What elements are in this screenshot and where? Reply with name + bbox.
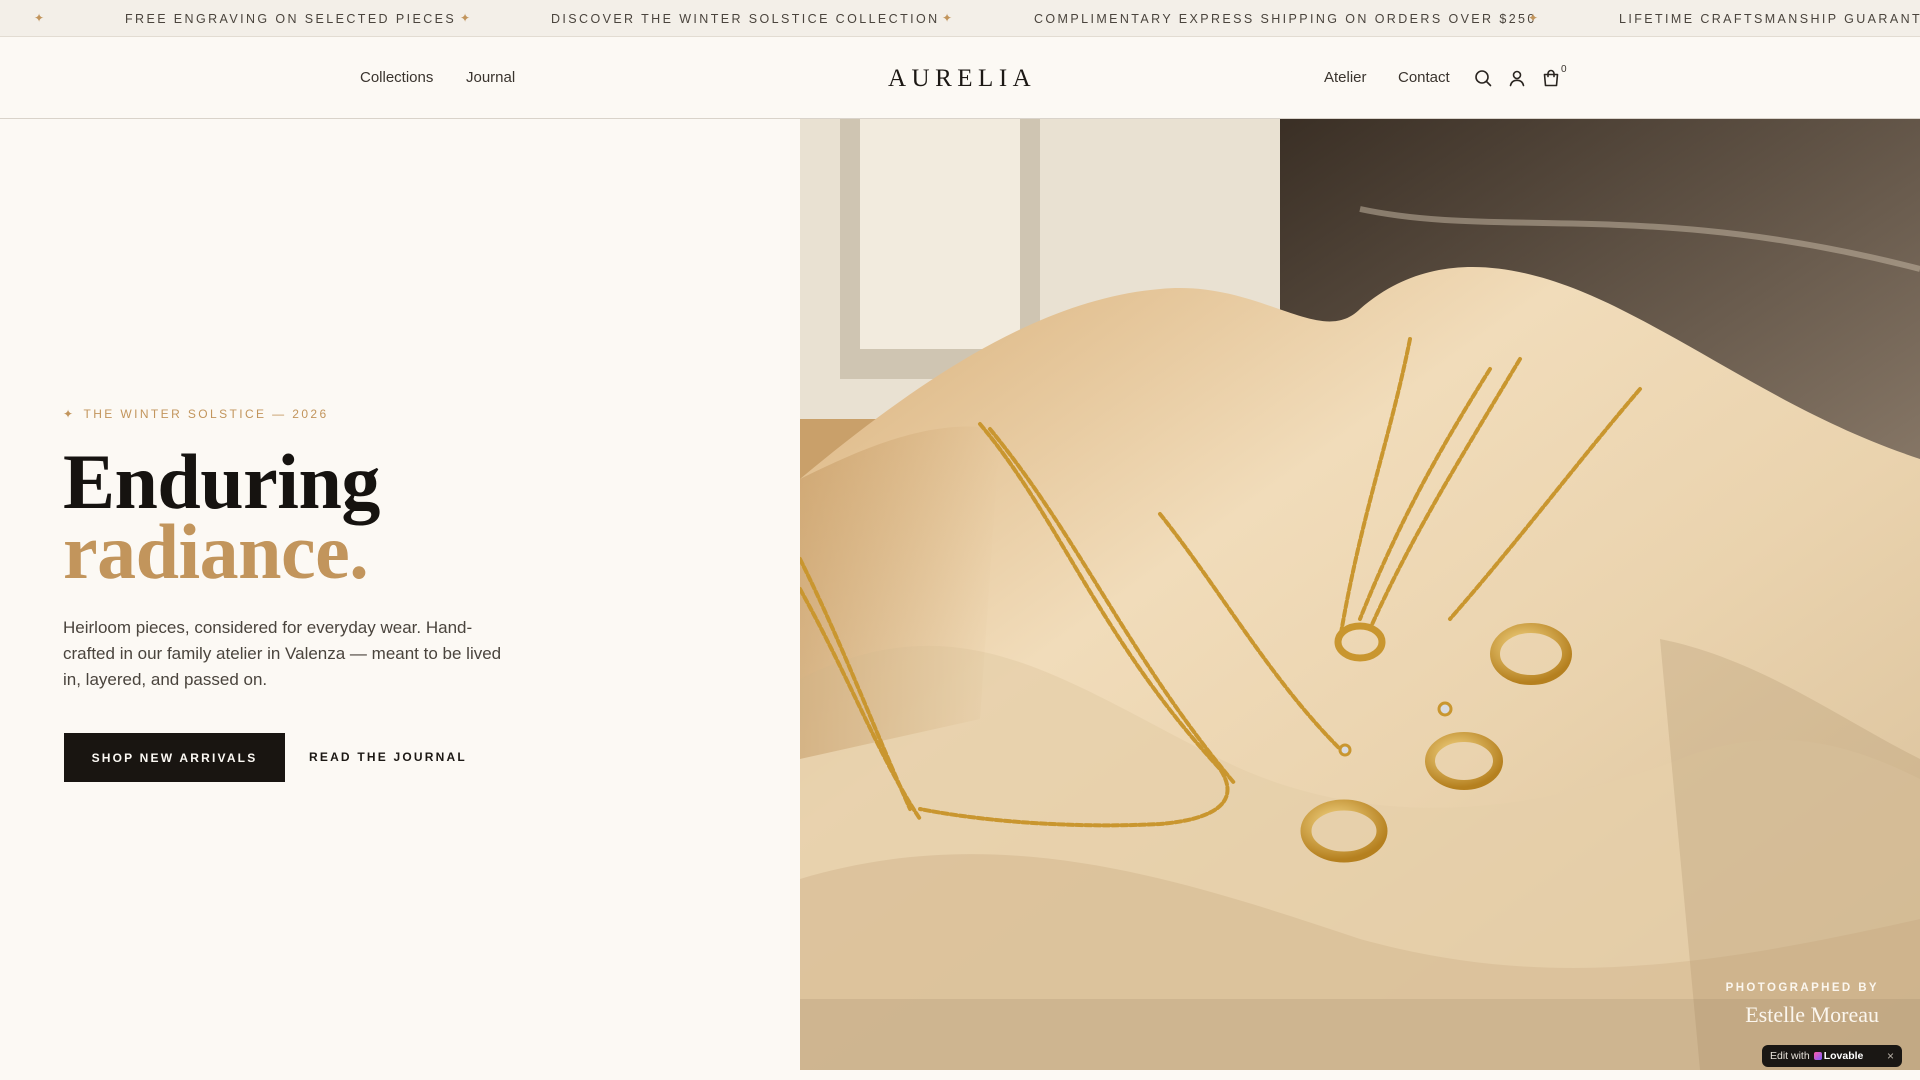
hero-eyebrow-text: THE WINTER SOLSTICE — 2026 bbox=[83, 407, 329, 421]
lovable-logo-icon bbox=[1813, 1052, 1822, 1060]
announcement-track: ✦ FREE ENGRAVING ON SELECTED PIECES ✦ DI… bbox=[0, 0, 1920, 36]
hero-lead: Heirloom pieces, considered for everyday… bbox=[63, 618, 502, 689]
account-icon[interactable] bbox=[1507, 68, 1527, 88]
site-header: Collections Journal AURELIA Atelier Cont… bbox=[0, 37, 1920, 119]
jewelry-photo bbox=[800, 119, 1920, 1070]
badge-brand: Lovable bbox=[1823, 1050, 1864, 1062]
edit-with-lovable-badge[interactable]: Edit with Lovable × bbox=[1762, 1045, 1902, 1067]
star-icon: ✦ bbox=[1528, 11, 1539, 25]
hero-image: PHOTOGRAPHED BY Estelle Moreau bbox=[800, 119, 1920, 1070]
shop-new-arrivals-button[interactable]: SHOP NEW ARRIVALS bbox=[64, 733, 285, 782]
nav-link-atelier[interactable]: Atelier bbox=[1324, 69, 1367, 87]
hero-headline-accent: radiance. bbox=[63, 508, 369, 595]
star-icon: ✦ bbox=[63, 407, 76, 421]
brand-logo[interactable]: AURELIA bbox=[888, 64, 1031, 94]
hero-headline: Enduring radiance. bbox=[63, 438, 380, 595]
announcement-message: COMPLIMENTARY EXPRESS SHIPPING ON ORDERS… bbox=[1034, 12, 1537, 26]
photo-credit-label: PHOTOGRAPHED BY bbox=[1725, 982, 1879, 994]
nav-link-collections[interactable]: Collections bbox=[360, 69, 433, 87]
close-icon[interactable]: × bbox=[1887, 1049, 1894, 1063]
hero-headline-main: Enduring bbox=[63, 438, 380, 525]
search-icon[interactable] bbox=[1473, 68, 1493, 88]
star-icon: ✦ bbox=[460, 11, 471, 25]
announcement-message: LIFETIME CRAFTSMANSHIP GUARANTEE bbox=[1619, 12, 1920, 26]
announcement-message: DISCOVER THE WINTER SOLSTICE COLLECTION bbox=[551, 12, 940, 26]
photo-credit-name: Estelle Moreau bbox=[1745, 1002, 1879, 1027]
star-icon: ✦ bbox=[942, 11, 953, 25]
badge-prefix: Edit with bbox=[1770, 1050, 1810, 1062]
announcement-bar: ✦ FREE ENGRAVING ON SELECTED PIECES ✦ DI… bbox=[0, 0, 1920, 37]
hero-eyebrow: ✦ THE WINTER SOLSTICE — 2026 bbox=[63, 407, 329, 421]
cart-icon[interactable] bbox=[1541, 68, 1561, 88]
nav-link-journal[interactable]: Journal bbox=[466, 69, 515, 87]
cart-count-badge: 0 bbox=[1561, 64, 1567, 75]
nav-link-contact[interactable]: Contact bbox=[1398, 69, 1450, 87]
star-icon: ✦ bbox=[34, 11, 45, 25]
announcement-message: FREE ENGRAVING ON SELECTED PIECES bbox=[125, 12, 457, 26]
read-journal-link[interactable]: READ THE JOURNAL bbox=[309, 750, 467, 764]
